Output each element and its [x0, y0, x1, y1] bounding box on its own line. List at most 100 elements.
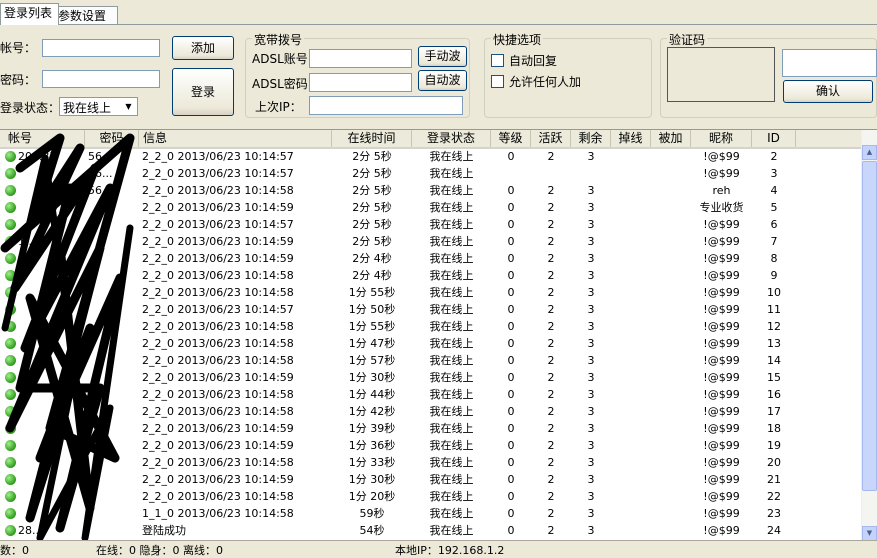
last-ip-input[interactable]	[309, 96, 463, 115]
cell-drop	[611, 420, 651, 437]
manual-dial-button[interactable]: 手动波	[418, 46, 467, 67]
last-ip-label: 上次IP：	[255, 100, 302, 114]
table-row[interactable]: 2_2_0 2013/06/23 10:14:57 1分 50秒 我在线上 0 2 3 !@…	[0, 301, 862, 318]
cell-state: 我在线上	[429, 388, 474, 401]
cell-active: 2	[547, 337, 555, 350]
cell-level: 0	[507, 150, 515, 163]
table-row[interactable]: 2_2_0 2013/06/23 10:14:58 1分 55秒 我在线上 0 2 3 !@…	[0, 318, 862, 335]
scroll-up-icon[interactable]: ▲	[862, 145, 877, 160]
chevron-down-icon[interactable]: ▼	[121, 99, 136, 114]
cell-state: 我在线上	[429, 235, 474, 248]
online-status-icon	[5, 202, 16, 213]
table-row[interactable]: 2_2_0 2013/06/23 10:14:58 1分 55秒 我在线上 0 2 3 !@…	[0, 284, 862, 301]
scroll-down-icon[interactable]: ▼	[862, 526, 877, 541]
table-row[interactable]: 2_2_0 2013/06/23 10:14:57 2分 5秒 我在线上 0 2 3 !@$…	[0, 216, 862, 233]
cell-state: 我在线上	[429, 150, 474, 163]
adsl-password-input[interactable]	[309, 73, 412, 92]
column-header-drop[interactable]: 掉线	[611, 130, 651, 147]
cell-added	[651, 335, 691, 352]
table-row[interactable]: 2_2_0 2013/06/23 10:14:59 1分 36秒 我在线上 0 2 3 !@…	[0, 437, 862, 454]
cell-password: 56...	[88, 150, 113, 163]
table-row[interactable]: 1...15 2_2_0 2013/06/23 10:14:59 2分 5秒 我在线上…	[0, 233, 862, 250]
table-row[interactable]: 2_2_0 2013/06/23 10:14:59 1分 30秒 我在线上 0 2 3 !@…	[0, 369, 862, 386]
table-row[interactable]: 2_2_0 2013/06/23 10:14:59 2分 4秒 我在线上 0 2 3 !@$…	[0, 250, 862, 267]
table-row[interactable]: 1_1_0 2013/06/23 10:14:58 59秒 我在线上 0 2 3 !@$99…	[0, 505, 862, 522]
table-row[interactable]: 2_2_0 2013/06/23 10:14:59 1分 39秒 我在线上 0 2 3 !@…	[0, 420, 862, 437]
cell-nick: !@$99	[703, 473, 740, 486]
account-input[interactable]	[42, 39, 160, 57]
table-row[interactable]: 56... 2_2_0 2013/06/23 10:14:58 2分 5秒 我在线上 0…	[0, 182, 862, 199]
cell-password	[88, 488, 139, 505]
cell-drop	[611, 250, 651, 267]
vertical-scrollbar[interactable]: ▲ ▼	[861, 130, 877, 541]
password-input[interactable]	[42, 70, 160, 88]
cell-state: 我在线上	[429, 490, 474, 503]
cell-info: 登陆成功	[142, 524, 186, 537]
auto-reply-checkbox[interactable]	[491, 54, 504, 67]
column-header-added[interactable]: 被加	[651, 130, 691, 147]
state-select-value: 我在线上	[63, 101, 112, 115]
column-header-password[interactable]: 密码	[85, 130, 139, 147]
column-header-account[interactable]: 帐号	[0, 130, 85, 147]
state-select[interactable]: 我在线上 ▼	[59, 97, 138, 116]
column-header-level[interactable]: 等级	[491, 130, 531, 147]
tab-login-list[interactable]: 登录列表	[0, 3, 59, 25]
tab-settings[interactable]: 参数设置	[54, 6, 118, 25]
column-header-active[interactable]: 活跃	[531, 130, 571, 147]
scroll-thumb[interactable]	[862, 161, 877, 491]
table-row[interactable]: 2_2_0 2013/06/23 10:14:59 1分 30秒 我在线上 0 2 3 !@…	[0, 471, 862, 488]
cell-remain: 3	[587, 150, 595, 163]
table-row[interactable]: 2_2_0 2013/06/23 10:14:59 2分 5秒 我在线上 0 2 3 专业收…	[0, 199, 862, 216]
column-header-remain[interactable]: 剩余	[571, 130, 611, 147]
cell-online: 54秒	[359, 524, 385, 537]
cell-password	[88, 505, 139, 522]
column-header-state[interactable]: 登录状态	[412, 130, 491, 147]
table-row[interactable]: 28... 登陆成功 54秒 我在线上 0 2 3 !@$99 24	[0, 522, 862, 539]
column-header-nick[interactable]: 昵称	[691, 130, 752, 147]
cell-level: 0	[507, 320, 515, 333]
cell-account: 20...37	[18, 150, 57, 163]
login-button[interactable]: 登录	[172, 68, 234, 116]
quick-options-title: 快捷选项	[491, 31, 544, 48]
cell-account	[18, 369, 85, 386]
account-label: 帐号：	[0, 41, 37, 55]
cell-id: 21	[767, 473, 781, 486]
table-row[interactable]: 20...37 56... 2_2_0 2013/06/23 10:14:57 2分 …	[0, 148, 862, 165]
cell-password	[88, 437, 139, 454]
cell-info: 2_2_0 2013/06/23 10:14:58	[142, 405, 294, 418]
allow-anyone-checkbox[interactable]	[491, 75, 504, 88]
table-row[interactable]: 2_2_0 2013/06/23 10:14:58 1分 47秒 我在线上 0 2 3 !@…	[0, 335, 862, 352]
table-row[interactable]: 2_2_0 2013/06/23 10:14:58 1分 42秒 我在线上 0 2 3 !@…	[0, 403, 862, 420]
table-row[interactable]: 2_2_0 2013/06/23 10:14:58 1分 20秒 我在线上 0 2 3 !@…	[0, 488, 862, 505]
auto-dial-button[interactable]: 自动波	[418, 70, 467, 91]
cell-level: 0	[507, 218, 515, 231]
confirm-button[interactable]: 确认	[783, 80, 873, 103]
cell-level: 0	[507, 303, 515, 316]
table-row[interactable]: 2_2_0 2013/06/23 10:14:58 1分 57秒 我在线上 0 2 3 !@…	[0, 352, 862, 369]
table-row[interactable]: 2_2_0 2013/06/23 10:14:58 1分 44秒 我在线上 0 2 3 !@…	[0, 386, 862, 403]
cell-online: 1分 44秒	[348, 388, 396, 401]
account-list[interactable]: 帐号 密码 信息 在线时间 登录状态 等级 活跃 剩余 掉线 被加 昵称 ID 20...37 56..…	[0, 129, 877, 541]
online-status-icon	[5, 321, 16, 332]
cell-active: 2	[547, 490, 555, 503]
cell-state: 我在线上	[429, 218, 474, 231]
add-button[interactable]: 添加	[172, 36, 234, 60]
cell-state: 我在线上	[429, 354, 474, 367]
cell-online: 2分 5秒	[352, 201, 392, 214]
captcha-input[interactable]	[782, 49, 877, 77]
column-header-online[interactable]: 在线时间	[332, 130, 412, 147]
cell-account	[18, 267, 85, 284]
cell-active: 2	[547, 235, 555, 248]
column-header-id[interactable]: ID	[752, 130, 796, 147]
adsl-account-input[interactable]	[309, 49, 412, 68]
table-row[interactable]: 2_2_0 2013/06/23 10:14:58 1分 33秒 我在线上 0 2 3 !@…	[0, 454, 862, 471]
cell-remain: 3	[587, 269, 595, 282]
table-row[interactable]: 2_2_0 2013/06/23 10:14:58 2分 4秒 我在线上 0 2 3 !@$…	[0, 267, 862, 284]
online-status-icon	[5, 406, 16, 417]
cell-remain: 3	[587, 184, 595, 197]
cell-account	[18, 454, 85, 471]
column-header-info[interactable]: 信息	[139, 130, 332, 147]
cell-online: 2分 5秒	[352, 167, 392, 180]
cell-active: 2	[547, 371, 555, 384]
table-row[interactable]: 56... 2_2_0 2013/06/23 10:14:57 2分 5秒 我在线上!…	[0, 165, 862, 182]
